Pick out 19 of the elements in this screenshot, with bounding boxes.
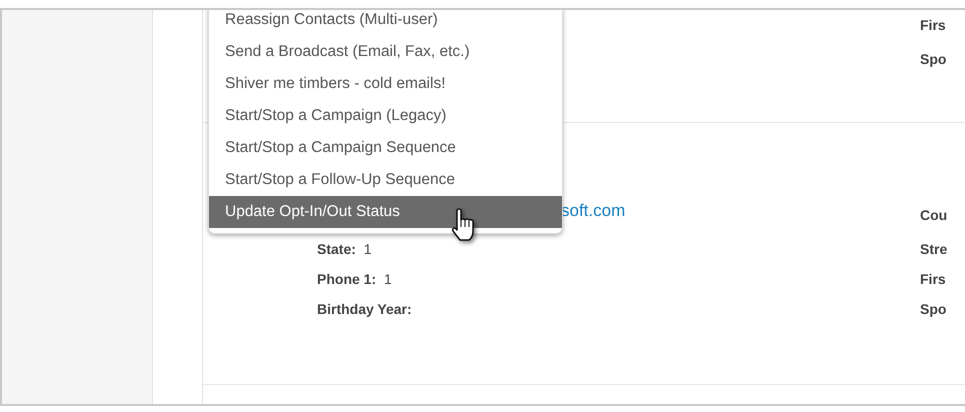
menu-item[interactable]: Update Opt-In/Out Status — [209, 196, 562, 228]
field-label: Spo — [920, 301, 946, 317]
email-link[interactable]: soft.com — [561, 201, 626, 220]
menu-item[interactable]: Start/Stop a Follow-Up Sequence — [209, 164, 562, 196]
field-label: Phone 1: — [317, 271, 376, 287]
field-label: Firs — [920, 17, 946, 33]
menu-item[interactable]: Reassign Contacts (Multi-user) — [209, 10, 562, 36]
menu-item[interactable]: Shiver me timbers - cold emails! — [209, 68, 562, 100]
menu-item[interactable]: Start/Stop a Campaign Sequence — [209, 132, 562, 164]
field-label: Firs — [920, 271, 946, 287]
field-label: Spo — [920, 51, 946, 67]
field-label: Birthday Year: — [317, 301, 412, 317]
field-label: Stre — [920, 241, 948, 257]
field-value: 1 — [384, 271, 392, 287]
menu-item[interactable]: Send a Broadcast (Email, Fax, etc.) — [209, 36, 562, 68]
field-label: State: — [317, 241, 356, 257]
field-label: Cou — [920, 207, 948, 223]
field-value: 1 — [364, 241, 372, 257]
menu-item[interactable]: Start/Stop a Campaign (Legacy) — [209, 100, 562, 132]
